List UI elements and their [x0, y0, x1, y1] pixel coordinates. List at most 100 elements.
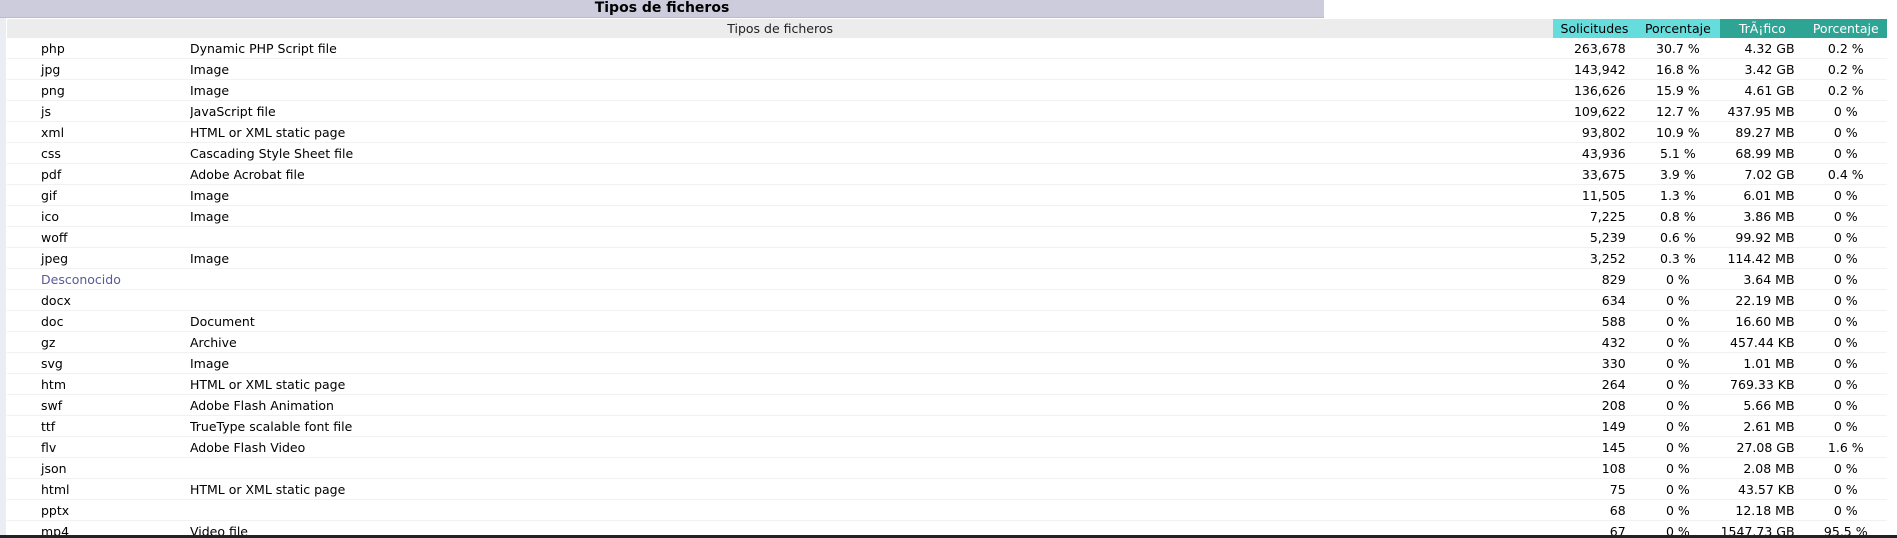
- file-description: [190, 290, 1553, 311]
- hits-percent-value: 0 %: [1665, 418, 1690, 434]
- file-description: Adobe Flash Animation: [189, 397, 334, 413]
- file-extension: html: [41, 481, 70, 497]
- traffic-percent-value: 0 %: [1833, 481, 1858, 497]
- hits-value: 208: [1601, 397, 1626, 413]
- file-description: Archive: [189, 334, 237, 350]
- hits-value: 109,622: [1573, 103, 1626, 119]
- file-extension: pptx: [41, 502, 70, 518]
- traffic-percent-value: 0 %: [1833, 355, 1858, 371]
- traffic-value: 5.66 MB: [1743, 397, 1795, 413]
- table-row: ttf TrueType scalable font file 149 0 % 2.61…: [7, 416, 1887, 437]
- traffic-value: 3.42 GB: [1744, 61, 1795, 77]
- file-extension: xml: [41, 124, 65, 140]
- hits-percent-value: 0.6 %: [1660, 229, 1696, 245]
- hits-value: 68: [1609, 502, 1626, 518]
- traffic-value: 22.19 MB: [1735, 292, 1795, 308]
- traffic-percent-value: 0 %: [1833, 229, 1858, 245]
- hits-value: 43,936: [1581, 145, 1626, 161]
- traffic-percent-value: 0 %: [1833, 313, 1858, 329]
- hits-value: 136,626: [1573, 82, 1626, 98]
- traffic-percent-value: 0 %: [1833, 292, 1858, 308]
- table-row: json 108 0 % 2.08 MB 0 %: [7, 458, 1887, 479]
- hits-percent-value: 3.9 %: [1660, 166, 1696, 182]
- traffic-value: 437.95 MB: [1727, 103, 1795, 119]
- table-header-title: Tipos de ficheros: [7, 19, 1554, 38]
- file-extension: woff: [41, 229, 68, 245]
- file-extension: js: [41, 103, 51, 119]
- traffic-percent-value: 0.2 %: [1827, 61, 1864, 77]
- file-description: Image: [189, 250, 230, 266]
- table-row: swf Adobe Flash Animation 208 0 % 5.66 MB 0 %: [7, 395, 1887, 416]
- traffic-percent-value: 0 %: [1833, 187, 1858, 203]
- file-extension: swf: [41, 397, 63, 413]
- file-extension: docx: [41, 292, 71, 308]
- traffic-value: 43.57 KB: [1738, 481, 1795, 497]
- table-body: php Dynamic PHP Script file 263,678 30.7 % 4…: [7, 38, 1887, 538]
- file-description: Adobe Flash Video: [189, 439, 306, 455]
- hits-percent-value: 0.8 %: [1660, 208, 1696, 224]
- file-extension: php: [41, 40, 65, 56]
- traffic-value: 3.64 MB: [1743, 271, 1795, 287]
- traffic-value: 2.08 MB: [1743, 460, 1795, 476]
- file-extension: ttf: [41, 418, 56, 434]
- left-margin-strip: [0, 18, 6, 538]
- table-row: pptx 68 0 % 12.18 MB 0 %: [7, 500, 1887, 521]
- file-extension: svg: [41, 355, 63, 371]
- file-extension: htm: [41, 376, 66, 392]
- hits-percent-value: 0 %: [1665, 397, 1690, 413]
- traffic-value: 99.92 MB: [1735, 229, 1795, 245]
- hits-percent-value: 0.3 %: [1660, 250, 1696, 266]
- table-row: woff 5,239 0.6 % 99.92 MB 0 %: [7, 227, 1887, 248]
- hits-percent-value: 5.1 %: [1660, 145, 1696, 161]
- hits-value: 263,678: [1573, 40, 1626, 56]
- hits-value: 588: [1601, 313, 1626, 329]
- hits-percent-value: 0 %: [1665, 313, 1690, 329]
- hits-percent-value: 0 %: [1665, 271, 1690, 287]
- file-description: [190, 227, 1553, 248]
- file-description: Dynamic PHP Script file: [189, 40, 337, 56]
- hits-percent-value: 15.9 %: [1656, 82, 1700, 98]
- traffic-value: 4.61 GB: [1744, 82, 1795, 98]
- table-row: png Image 136,626 15.9 % 4.61 GB 0.2 %: [7, 80, 1887, 101]
- hits-percent-value: 0 %: [1665, 376, 1690, 392]
- traffic-value: 4.32 GB: [1744, 40, 1795, 56]
- file-description: HTML or XML static page: [189, 376, 346, 392]
- traffic-percent-value: 0 %: [1833, 271, 1858, 287]
- traffic-percent-value: 0.4 %: [1827, 166, 1864, 182]
- traffic-percent-value: 0 %: [1833, 334, 1858, 350]
- traffic-value: 457.44 KB: [1730, 334, 1795, 350]
- traffic-percent-value: 0 %: [1833, 418, 1858, 434]
- traffic-value: 27.08 GB: [1736, 439, 1795, 455]
- hits-percent-value: 30.7 %: [1656, 40, 1700, 56]
- file-description: [190, 458, 1553, 479]
- file-description: TrueType scalable font file: [189, 418, 353, 434]
- table-row: css Cascading Style Sheet file 43,936 5.1 %…: [7, 143, 1887, 164]
- traffic-value: 3.86 MB: [1743, 208, 1795, 224]
- traffic-value: 1.01 MB: [1743, 355, 1795, 371]
- hits-value: 3,252: [1589, 250, 1626, 266]
- file-description: Image: [189, 82, 230, 98]
- table-row: svg Image 330 0 % 1.01 MB 0 %: [7, 353, 1887, 374]
- file-description: HTML or XML static page: [189, 481, 346, 497]
- file-extension: css: [41, 145, 61, 161]
- hits-value: 145: [1601, 439, 1626, 455]
- hits-value: 432: [1601, 334, 1626, 350]
- file-description: Image: [189, 208, 230, 224]
- table-row: xml HTML or XML static page 93,802 10.9 % 89…: [7, 122, 1887, 143]
- file-description: Cascading Style Sheet file: [189, 145, 354, 161]
- file-extension: jpg: [41, 61, 61, 77]
- file-extension: ico: [41, 208, 59, 224]
- hits-percent-value: 0 %: [1665, 439, 1690, 455]
- table-row: js JavaScript file 109,622 12.7 % 437.95 MB 0…: [7, 101, 1887, 122]
- section-title: Tipos de ficheros: [0, 0, 1324, 18]
- file-extension: png: [41, 82, 65, 98]
- file-extension: jpeg: [41, 250, 69, 266]
- traffic-percent-value: 0 %: [1833, 250, 1858, 266]
- traffic-percent-value: 0 %: [1833, 376, 1858, 392]
- hits-percent-value: 0 %: [1665, 502, 1690, 518]
- table-row: jpeg Image 3,252 0.3 % 114.42 MB 0 %: [7, 248, 1887, 269]
- column-header-hits-percent: Porcentaje: [1635, 19, 1721, 38]
- file-description: HTML or XML static page: [189, 124, 346, 140]
- file-extension: Desconocido: [41, 271, 121, 287]
- traffic-value: 89.27 MB: [1735, 124, 1795, 140]
